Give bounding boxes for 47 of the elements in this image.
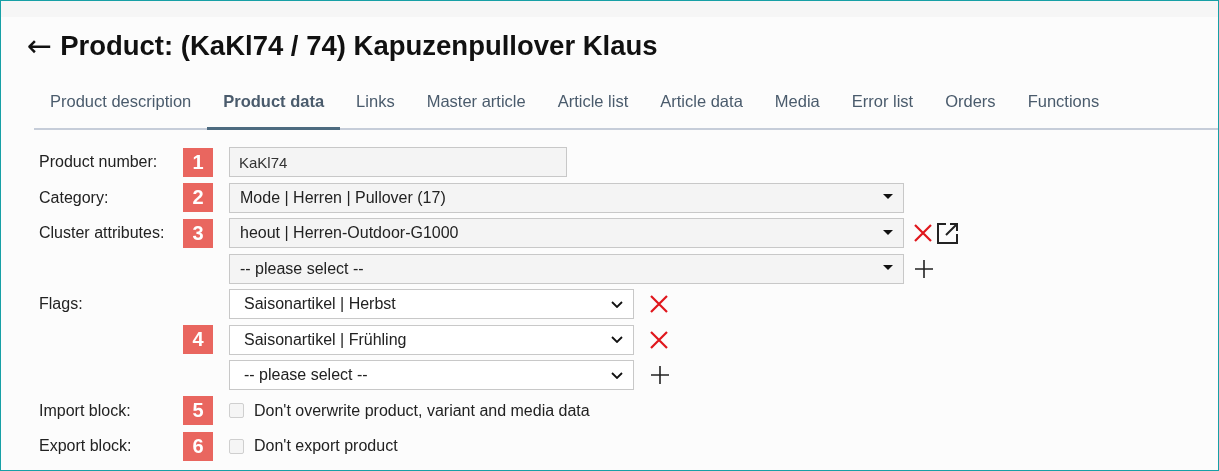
tab[interactable]: Article data <box>644 75 759 130</box>
checkbox-label: Don't export product <box>254 437 398 455</box>
field-label: Product number: <box>39 153 158 170</box>
tab[interactable]: Master article <box>410 75 542 130</box>
caret-icon <box>611 300 623 308</box>
caret-icon <box>611 371 623 379</box>
tab[interactable]: Orders <box>929 75 1012 130</box>
tab[interactable]: Article list <box>541 75 645 130</box>
tab[interactable]: Error list <box>835 75 930 130</box>
tab[interactable]: Product data <box>207 75 341 130</box>
tab[interactable]: Links <box>340 75 411 130</box>
field-label: Import block: <box>39 401 131 419</box>
page-title: Product: (KaKl74 / 74) Kapuzenpullover Klaus <box>60 30 658 62</box>
product-number-field[interactable]: KaKl74 <box>229 147 567 177</box>
caret-icon <box>883 265 893 272</box>
dropdown[interactable]: -- please select -- <box>229 253 904 284</box>
field-label: Category: <box>39 188 109 206</box>
caret-icon <box>883 194 893 201</box>
dropdown[interactable]: Saisonartikel | Herbst <box>229 289 634 319</box>
field-label: Flags: <box>39 295 83 312</box>
add-icon[interactable] <box>650 365 670 385</box>
tab[interactable]: Media <box>758 75 836 130</box>
caret-icon <box>611 336 623 343</box>
tab[interactable]: Product description <box>34 75 208 130</box>
dropdown[interactable]: Saisonartikel | Frühling <box>229 324 634 355</box>
number-badge: 4 <box>183 325 213 354</box>
caret-icon <box>883 229 893 237</box>
number-badge: 6 <box>183 431 213 461</box>
dropdown[interactable]: heout | Herren-Outdoor-G1000 <box>229 218 904 248</box>
external-link-icon[interactable] <box>936 222 958 244</box>
checkbox-label: Don't overwrite product, variant and media data <box>254 401 590 420</box>
remove-icon[interactable] <box>650 330 668 349</box>
dropdown[interactable]: -- please select -- <box>229 360 634 390</box>
number-badge: 1 <box>183 147 213 177</box>
field-label: Cluster attributes: <box>39 224 165 241</box>
remove-icon[interactable] <box>650 295 668 313</box>
back-button[interactable]: ← <box>27 31 53 61</box>
checkbox[interactable] <box>229 403 244 418</box>
tab[interactable]: Functions <box>1011 75 1116 130</box>
dropdown[interactable]: Mode | Herren | Pullover (17) <box>229 182 904 213</box>
field-label: Export block: <box>39 437 132 454</box>
number-badge: 5 <box>183 396 213 425</box>
add-icon[interactable] <box>914 258 934 279</box>
number-badge: 2 <box>183 183 213 212</box>
checkbox[interactable] <box>229 438 244 454</box>
remove-icon[interactable] <box>914 224 932 242</box>
number-badge: 3 <box>183 218 213 248</box>
